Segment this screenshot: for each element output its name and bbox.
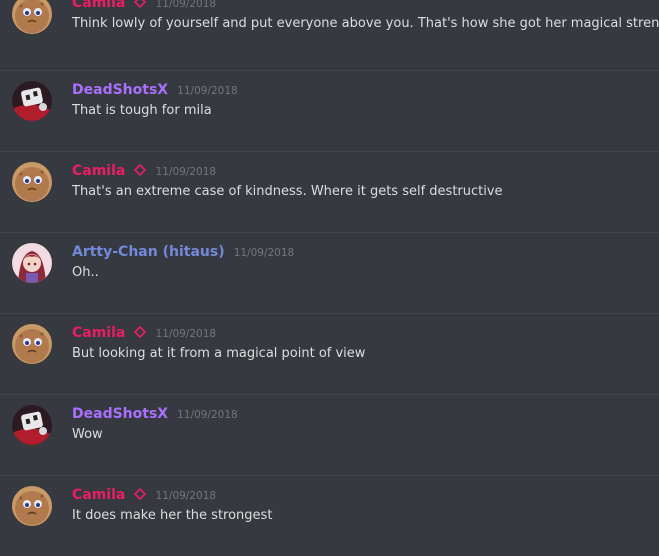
chat-message: Camila 11/09/2018 Think lowly of yoursel… [0,0,659,65]
message-timestamp: 11/09/2018 [155,328,217,340]
message-author[interactable]: Camila [72,0,125,11]
chat-message: Camila 11/09/2018 But looking at it from… [0,313,659,394]
avatar[interactable] [12,162,52,202]
message-timestamp: 11/09/2018 [155,166,217,178]
message-text: Think lowly of yourself and put everyone… [72,16,659,31]
nitro-diamond-icon [134,0,147,12]
message-timestamp: 11/09/2018 [177,409,238,421]
message-author[interactable]: DeadShotsX [72,406,168,422]
avatar[interactable] [12,243,52,283]
message-text: Wow [72,427,103,442]
chat-message: Artty-Chan (hitaus) 11/09/2018 Oh.. [0,232,659,313]
message-timestamp: 11/09/2018 [177,85,238,97]
nitro-diamond-icon [134,161,147,180]
avatar[interactable] [12,486,52,526]
message-text: Oh.. [72,265,99,280]
chat-message-list: Camila 11/09/2018 Think lowly of yoursel… [0,0,659,538]
chat-message: DeadShotsX 11/09/2018 That is tough for … [0,70,659,151]
message-author[interactable]: Camila [72,163,125,179]
chat-message: Camila 11/09/2018 It does make her the s… [0,475,659,556]
chat-message: Camila 11/09/2018 That's an extreme case… [0,151,659,232]
nitro-diamond-icon [134,485,147,504]
nitro-diamond-icon [134,323,147,342]
avatar[interactable] [12,81,52,121]
message-author[interactable]: Artty-Chan (hitaus) [72,244,225,260]
message-author[interactable]: Camila [72,487,125,503]
message-timestamp: 11/09/2018 [155,0,217,10]
avatar[interactable] [12,405,52,445]
message-timestamp: 11/09/2018 [233,247,295,259]
avatar[interactable] [12,0,52,34]
avatar[interactable] [12,324,52,364]
message-text: It does make her the strongest [72,508,273,523]
message-text: But looking at it from a magical point o… [72,346,366,361]
chat-message: DeadShotsX 11/09/2018 Wow [0,394,659,475]
message-text: That is tough for mila [72,103,212,118]
message-timestamp: 11/09/2018 [155,490,217,502]
message-text: That's an extreme case of kindness. Wher… [72,184,503,199]
message-author[interactable]: DeadShotsX [72,82,168,98]
message-author[interactable]: Camila [72,325,125,341]
